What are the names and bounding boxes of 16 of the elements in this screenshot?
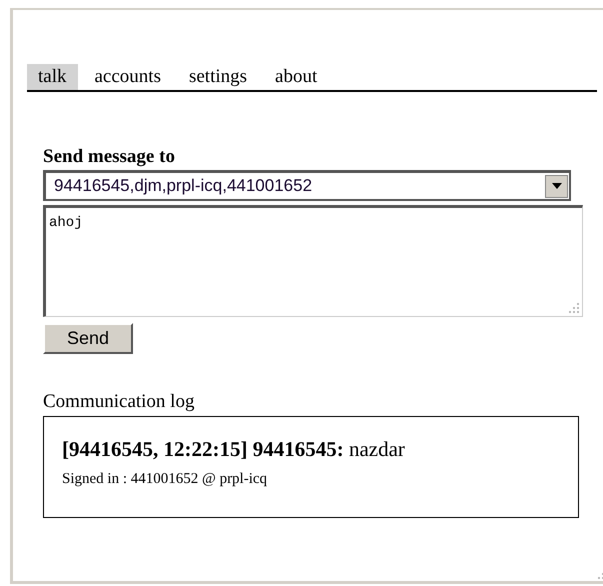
dropdown-button[interactable] — [545, 174, 568, 198]
tab[interactable]: accounts — [84, 64, 172, 90]
tab[interactable]: about — [264, 64, 328, 90]
tab[interactable]: talk — [27, 64, 78, 90]
tab[interactable]: settings — [178, 64, 258, 90]
send-button[interactable]: Send — [43, 323, 133, 354]
log-status: Signed in : 441001652 @ prpl-icq — [62, 470, 268, 489]
select-value: 94416545,djm,prpl-icq,441001652 — [54, 175, 312, 198]
message-text: ahoj — [49, 215, 83, 231]
message-field[interactable]: ahoj — [43, 205, 583, 317]
resize-grip-icon[interactable] — [569, 303, 579, 313]
form-heading: Send message to — [43, 145, 176, 169]
recipient-select[interactable]: 94416545,djm,prpl-icq,441001652 — [43, 170, 571, 201]
caret-icon — [552, 183, 562, 189]
log-heading: Communication log — [43, 390, 196, 414]
log-message: [94416545, 12:22:15] 94416545: nazdar — [62, 436, 406, 463]
